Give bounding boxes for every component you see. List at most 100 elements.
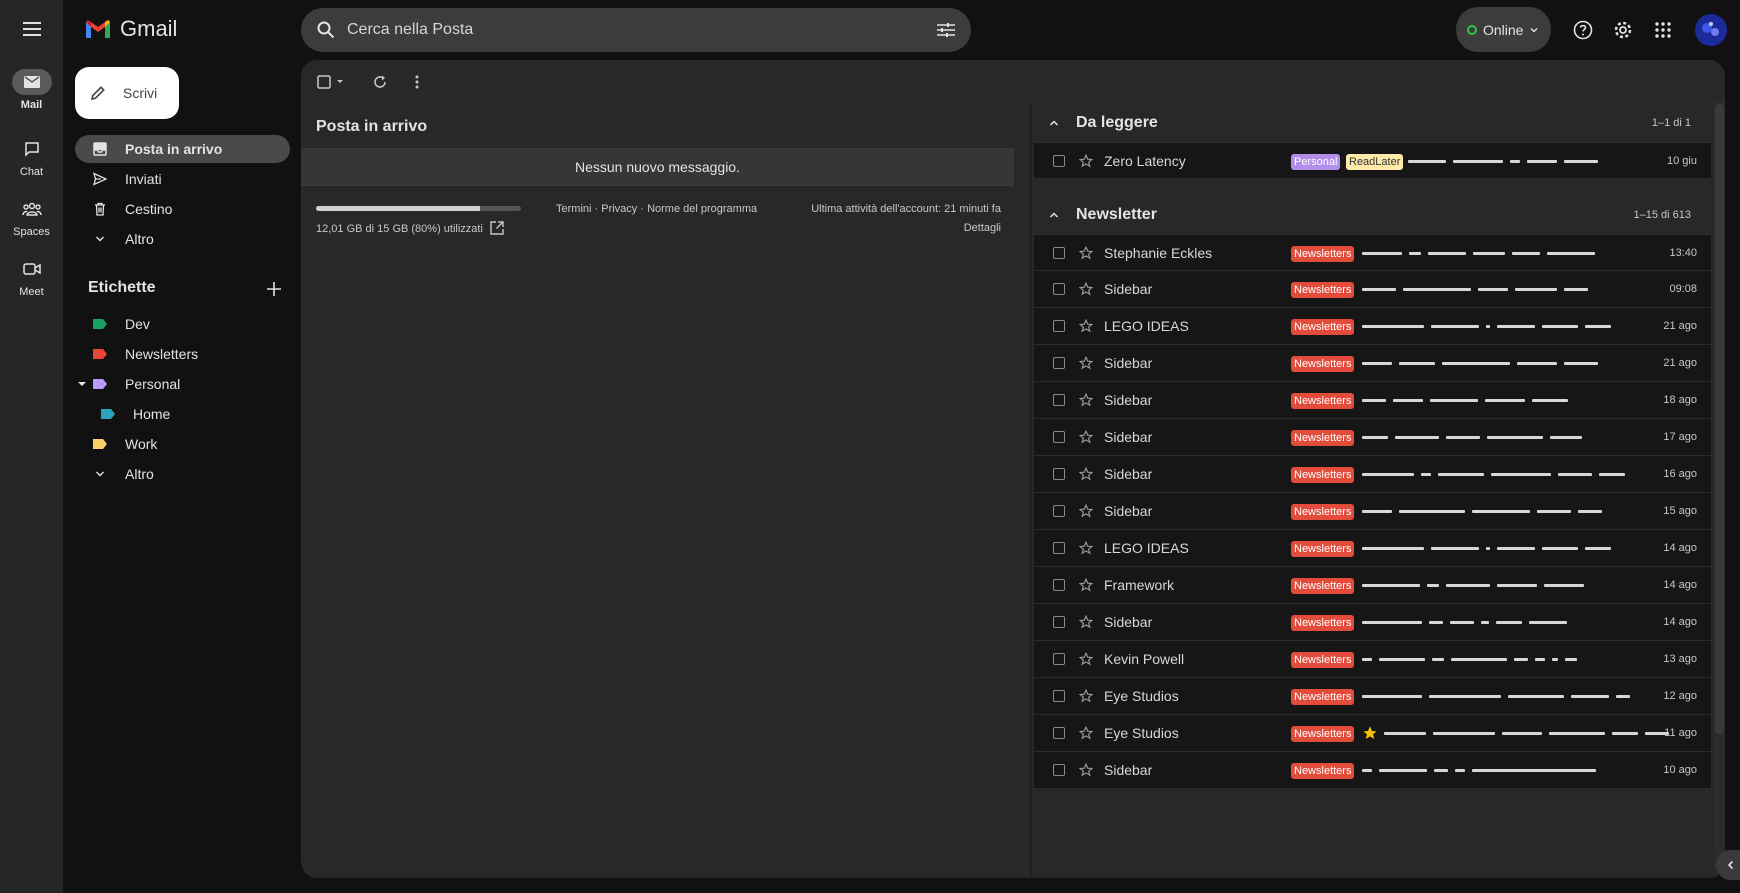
label-chip-newsletters[interactable]: Newsletters — [1291, 319, 1355, 335]
star-icon[interactable] — [1078, 688, 1094, 704]
terms-link[interactable]: Termini — [556, 203, 591, 215]
email-row[interactable]: Sidebar Newsletters 09:08 — [1034, 271, 1711, 308]
reading-pane-scrollbar[interactable] — [1714, 100, 1725, 870]
label-chip-newsletters[interactable]: Newsletters — [1291, 430, 1355, 446]
label-item-home[interactable]: Home — [75, 400, 290, 428]
add-label-button[interactable] — [264, 279, 284, 299]
rail-chat[interactable]: Chat — [0, 136, 63, 178]
label-chip-newsletters[interactable]: Newsletters — [1291, 763, 1355, 779]
email-row[interactable]: Eye Studios Newsletters 12 ago — [1034, 678, 1711, 715]
label-chip-newsletters[interactable]: Newsletters — [1291, 356, 1355, 372]
row-checkbox[interactable] — [1053, 653, 1065, 665]
nav-item-trash[interactable]: Cestino — [75, 195, 290, 223]
label-chip-newsletters[interactable]: Newsletters — [1291, 578, 1355, 594]
label-chip-newsletters[interactable]: Newsletters — [1291, 615, 1355, 631]
email-row[interactable]: Zero Latency Personal ReadLater 10 giu — [1034, 142, 1711, 179]
star-icon[interactable] — [1078, 318, 1094, 334]
star-icon[interactable] — [1078, 762, 1094, 778]
row-checkbox[interactable] — [1053, 431, 1065, 443]
more-options-button[interactable] — [415, 72, 419, 92]
nav-item-sent[interactable]: Inviati — [75, 165, 290, 193]
email-row[interactable]: Stephanie Eckles Newsletters 13:40 — [1034, 234, 1711, 271]
chevron-up-icon[interactable] — [1046, 115, 1062, 131]
label-item-dev[interactable]: Dev — [75, 310, 290, 338]
rail-mail[interactable]: Mail — [0, 69, 63, 111]
email-row[interactable]: LEGO IDEAS Newsletters 21 ago — [1034, 308, 1711, 345]
label-item-work[interactable]: Work — [75, 430, 290, 458]
refresh-button[interactable] — [373, 72, 387, 92]
apps-grid-icon[interactable] — [1651, 18, 1675, 42]
star-icon[interactable] — [1078, 614, 1094, 630]
nav-item-inbox[interactable]: Posta in arrivo — [75, 135, 290, 163]
star-icon[interactable] — [1078, 429, 1094, 445]
email-row[interactable]: Eye Studios Newsletters 11 ago — [1034, 715, 1711, 752]
star-icon[interactable] — [1078, 245, 1094, 261]
star-icon[interactable] — [1078, 725, 1094, 741]
star-icon[interactable] — [1078, 540, 1094, 556]
settings-gear-icon[interactable] — [1611, 18, 1635, 42]
search-input[interactable] — [347, 21, 935, 39]
search-icon[interactable] — [315, 19, 337, 41]
star-icon[interactable] — [1078, 281, 1094, 297]
row-checkbox[interactable] — [1053, 468, 1065, 480]
star-icon[interactable] — [1078, 466, 1094, 482]
email-row[interactable]: Sidebar Newsletters 10 ago — [1034, 752, 1711, 789]
row-checkbox[interactable] — [1053, 320, 1065, 332]
label-item-personal[interactable]: Personal — [75, 370, 290, 398]
labels-more[interactable]: Altro — [75, 460, 290, 488]
row-checkbox[interactable] — [1053, 357, 1065, 369]
label-item-newsletters[interactable]: Newsletters — [75, 340, 290, 368]
rail-meet[interactable]: Meet — [0, 256, 63, 298]
star-icon[interactable] — [1078, 355, 1094, 371]
label-chip-newsletters[interactable]: Newsletters — [1291, 541, 1355, 557]
pane-divider[interactable] — [1030, 104, 1032, 878]
email-row[interactable]: Sidebar Newsletters 15 ago — [1034, 493, 1711, 530]
status-selector[interactable]: Online — [1456, 7, 1551, 52]
label-chip-newsletters[interactable]: Newsletters — [1291, 393, 1355, 409]
label-chip-newsletters[interactable]: Newsletters — [1291, 652, 1355, 668]
star-icon[interactable] — [1078, 392, 1094, 408]
chevron-up-icon[interactable] — [1046, 207, 1062, 223]
row-checkbox[interactable] — [1053, 579, 1065, 591]
row-checkbox[interactable] — [1053, 616, 1065, 628]
label-chip-newsletters[interactable]: Newsletters — [1291, 467, 1355, 483]
details-link[interactable]: Dettagli — [701, 222, 1001, 234]
star-icon[interactable] — [1078, 651, 1094, 667]
label-chip-newsletters[interactable]: Newsletters — [1291, 282, 1355, 298]
gmail-logo[interactable]: Gmail — [84, 16, 177, 42]
star-icon[interactable] — [1078, 577, 1094, 593]
row-checkbox[interactable] — [1053, 283, 1065, 295]
open-external-icon[interactable] — [489, 220, 505, 236]
help-icon[interactable] — [1571, 18, 1595, 42]
row-checkbox[interactable] — [1053, 505, 1065, 517]
email-row[interactable]: Framework Newsletters 14 ago — [1034, 567, 1711, 604]
row-checkbox[interactable] — [1053, 542, 1065, 554]
email-row[interactable]: Sidebar Newsletters 14 ago — [1034, 604, 1711, 641]
privacy-link[interactable]: Privacy — [601, 203, 637, 215]
email-row[interactable]: Kevin Powell Newsletters 13 ago — [1034, 641, 1711, 678]
row-checkbox[interactable] — [1053, 764, 1065, 776]
account-avatar[interactable] — [1695, 14, 1727, 46]
label-chip-readlater[interactable]: ReadLater — [1346, 154, 1404, 170]
scroll-thumb[interactable] — [1715, 104, 1724, 734]
row-checkbox[interactable] — [1053, 727, 1065, 739]
label-chip-newsletters[interactable]: Newsletters — [1291, 689, 1355, 705]
compose-button[interactable]: Scrivi — [75, 67, 179, 119]
email-row[interactable]: LEGO IDEAS Newsletters 14 ago — [1034, 530, 1711, 567]
email-row[interactable]: Sidebar Newsletters 17 ago — [1034, 419, 1711, 456]
label-chip-newsletters[interactable]: Newsletters — [1291, 726, 1355, 742]
email-row[interactable]: Sidebar Newsletters 18 ago — [1034, 382, 1711, 419]
email-row[interactable]: Sidebar Newsletters 21 ago — [1034, 345, 1711, 382]
nav-item-more[interactable]: Altro — [75, 225, 290, 253]
label-chip-personal[interactable]: Personal — [1291, 154, 1341, 170]
rail-spaces[interactable]: Spaces — [0, 196, 63, 238]
section-newsletter-header[interactable]: Newsletter 1–15 di 613 — [1034, 196, 1711, 234]
section-read-later-header[interactable]: Da leggere 1–1 di 1 — [1034, 104, 1711, 142]
row-checkbox[interactable] — [1053, 690, 1065, 702]
side-panel-toggle[interactable] — [1716, 850, 1740, 880]
label-chip-newsletters[interactable]: Newsletters — [1291, 246, 1355, 262]
star-icon[interactable] — [1078, 153, 1094, 169]
select-all-checkbox[interactable] — [317, 72, 345, 92]
main-menu-button[interactable] — [17, 17, 47, 41]
email-row[interactable]: Sidebar Newsletters 16 ago — [1034, 456, 1711, 493]
